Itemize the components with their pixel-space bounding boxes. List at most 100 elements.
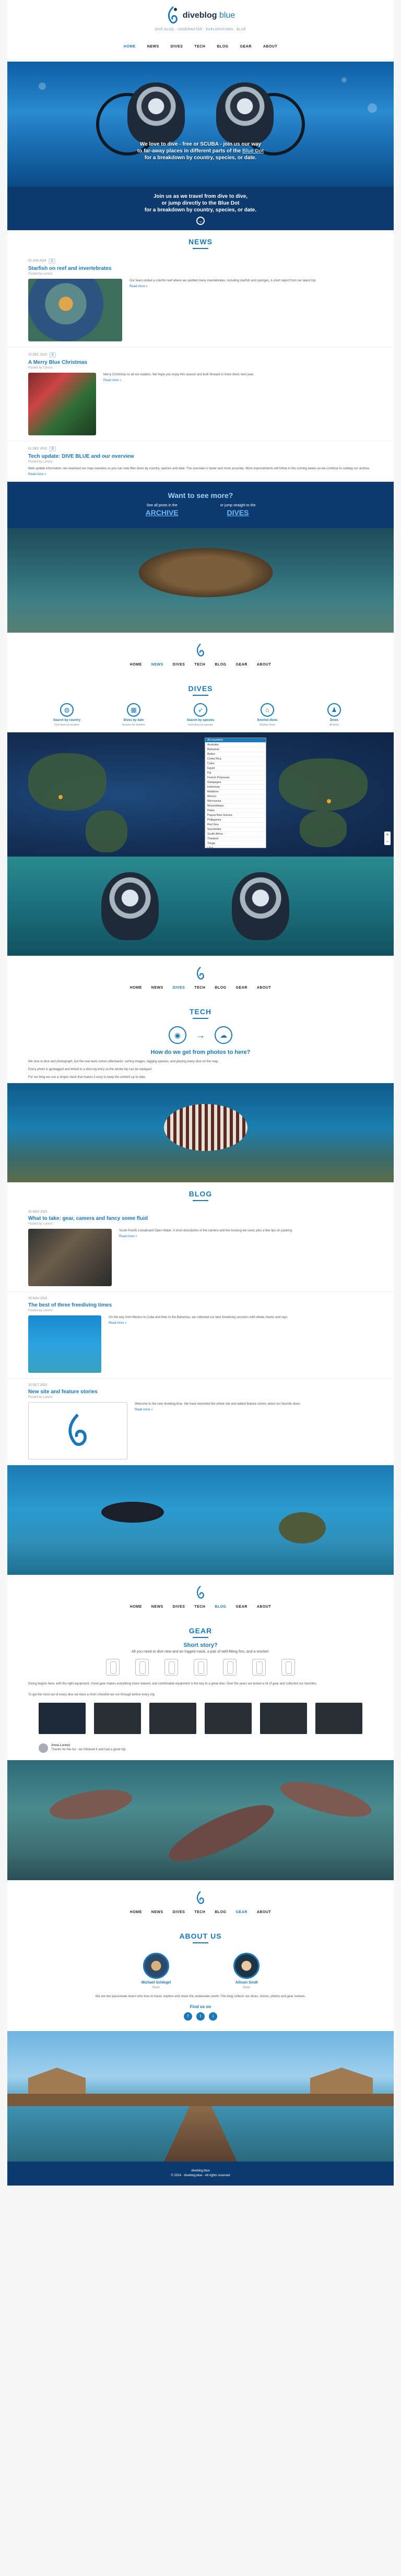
gear-photo[interactable] <box>94 1703 141 1734</box>
nav-tech[interactable]: TECH <box>194 1605 205 1609</box>
post-title-link[interactable]: Starfish on reef and invertebrates <box>28 266 373 271</box>
post-title-link[interactable]: Tech update: DIVE BLUE and our overview <box>28 454 373 459</box>
nav-tech[interactable]: TECH <box>194 1910 205 1914</box>
gear-photo[interactable] <box>149 1703 196 1734</box>
nav-dives[interactable]: DIVES <box>171 45 183 49</box>
country-option[interactable]: Bahamas <box>205 747 266 752</box>
country-option[interactable]: Palau <box>205 809 266 813</box>
nav-home[interactable]: HOME <box>130 1910 142 1914</box>
country-option[interactable]: USA <box>205 846 266 848</box>
read-more-link[interactable]: Read more » <box>135 1408 153 1411</box>
country-option[interactable]: Costa Rica <box>205 757 266 762</box>
nav-dives[interactable]: DIVES <box>173 986 185 990</box>
post-thumbnail[interactable] <box>28 1229 112 1286</box>
nav-about[interactable]: ABOUT <box>257 1910 271 1914</box>
comment-count-badge[interactable]: 3 <box>49 446 56 452</box>
hero-blue-dot-link[interactable]: Blue Dot <box>242 148 264 154</box>
fins-icon[interactable] <box>164 1659 178 1676</box>
mask-icon[interactable] <box>106 1659 120 1676</box>
dive-world-map[interactable]: All countries Australia Bahamas Belize Costa… <box>7 732 394 857</box>
country-option[interactable]: Seychelles <box>205 827 266 832</box>
nav-blog[interactable]: BLOG <box>215 1910 226 1914</box>
nav-tech[interactable]: TECH <box>194 986 205 990</box>
country-option[interactable]: Red Sea <box>205 823 266 827</box>
nav-blog[interactable]: BLOG <box>215 663 226 667</box>
twitter-icon[interactable]: t <box>196 2012 205 2021</box>
post-title-link[interactable]: The best of three freediving times <box>28 1302 373 1308</box>
dives-by-date-button[interactable]: ▦ Dives by date Browse the timeline <box>114 703 153 727</box>
nav-blog[interactable]: BLOG <box>215 1605 226 1609</box>
snorkel-dives-button[interactable]: ⌂ Snorkel dives Shallow dives <box>248 703 287 727</box>
nav-home[interactable]: HOME <box>124 45 136 49</box>
nav-dives[interactable]: DIVES <box>173 1605 185 1609</box>
country-option[interactable]: Philippines <box>205 818 266 823</box>
nav-tech[interactable]: TECH <box>194 45 205 49</box>
nav-gear[interactable]: GEAR <box>240 45 252 49</box>
wetsuit-icon[interactable] <box>135 1659 149 1676</box>
zoom-control[interactable]: + − <box>384 832 391 845</box>
nav-home[interactable]: HOME <box>130 1605 142 1609</box>
nav-news[interactable]: NEWS <box>151 663 163 667</box>
gear-photo[interactable] <box>205 1703 252 1734</box>
country-option[interactable]: South Africa <box>205 832 266 837</box>
read-more-link[interactable]: Read more » <box>28 473 46 476</box>
gloves-icon[interactable] <box>252 1659 266 1676</box>
gear-photo[interactable] <box>315 1703 362 1734</box>
post-title-link[interactable]: What to take: gear, camera and fancy som… <box>28 1216 373 1221</box>
archive-link[interactable]: ARCHIVE <box>146 508 179 517</box>
nav-dives[interactable]: DIVES <box>173 1910 185 1914</box>
gear-photo[interactable] <box>39 1703 86 1734</box>
scroll-down-button[interactable]: ⌄ <box>196 217 205 225</box>
snorkel-icon[interactable] <box>194 1659 207 1676</box>
post-title-link[interactable]: A Merry Blue Christmas <box>28 360 373 365</box>
nav-news[interactable]: NEWS <box>151 1910 163 1914</box>
site-logo[interactable]: diveblog blue <box>166 6 235 25</box>
all-dives-button[interactable]: ♟ Dives All dives <box>315 703 353 727</box>
search-country-button[interactable]: ◍ Search by country Find dives by location <box>48 703 86 727</box>
country-option[interactable]: Maldives <box>205 790 266 794</box>
read-more-link[interactable]: Read more » <box>109 1322 127 1325</box>
gear-photo[interactable] <box>260 1703 307 1734</box>
facebook-icon[interactable]: f <box>184 2012 192 2021</box>
post-thumbnail[interactable] <box>28 1315 101 1373</box>
read-more-link[interactable]: Read more » <box>129 285 148 288</box>
search-species-button[interactable]: ➶ Search by species Find dives by species <box>181 703 220 727</box>
country-option[interactable]: Egypt <box>205 766 266 771</box>
nav-news[interactable]: NEWS <box>147 45 159 49</box>
nav-gear[interactable]: GEAR <box>236 663 247 667</box>
nav-about[interactable]: ABOUT <box>257 1605 271 1609</box>
nav-news[interactable]: NEWS <box>151 1605 163 1609</box>
post-thumbnail[interactable] <box>28 1402 127 1459</box>
country-option[interactable]: Fiji <box>205 771 266 776</box>
post-thumbnail[interactable] <box>28 373 96 435</box>
nav-home[interactable]: HOME <box>130 663 142 667</box>
nav-blog[interactable]: BLOG <box>217 45 228 49</box>
nav-gear[interactable]: GEAR <box>236 986 247 990</box>
nav-dives[interactable]: DIVES <box>173 663 185 667</box>
nav-gear[interactable]: GEAR <box>236 1605 247 1609</box>
country-option[interactable]: Belize <box>205 752 266 757</box>
map-marker-icon[interactable] <box>58 795 63 799</box>
country-option[interactable]: Mexico <box>205 794 266 799</box>
dives-link[interactable]: DIVES <box>220 508 256 517</box>
country-option[interactable]: Australia <box>205 743 266 747</box>
comment-count-badge[interactable]: 1 <box>48 258 56 264</box>
post-title-link[interactable]: New site and feature stories <box>28 1389 373 1395</box>
boots-icon[interactable] <box>281 1659 295 1676</box>
country-option[interactable]: Tonga <box>205 841 266 846</box>
nav-tech[interactable]: TECH <box>194 663 205 667</box>
country-option[interactable]: French Polynesia <box>205 776 266 780</box>
country-option[interactable]: Micronesia <box>205 799 266 804</box>
post-thumbnail[interactable] <box>28 279 122 341</box>
read-more-link[interactable]: Read more » <box>119 1235 137 1238</box>
nav-news[interactable]: NEWS <box>151 986 163 990</box>
instagram-icon[interactable]: i <box>209 2012 217 2021</box>
country-option[interactable]: Galapagos <box>205 780 266 785</box>
computer-icon[interactable] <box>223 1659 237 1676</box>
nav-blog[interactable]: BLOG <box>215 986 226 990</box>
country-option[interactable]: Papua New Guinea <box>205 813 266 818</box>
country-dropdown-list[interactable]: All countries Australia Bahamas Belize Costa… <box>205 738 266 848</box>
country-option[interactable]: All countries <box>205 738 266 743</box>
country-option[interactable]: Mozambique <box>205 804 266 809</box>
nav-gear[interactable]: GEAR <box>236 1910 247 1914</box>
